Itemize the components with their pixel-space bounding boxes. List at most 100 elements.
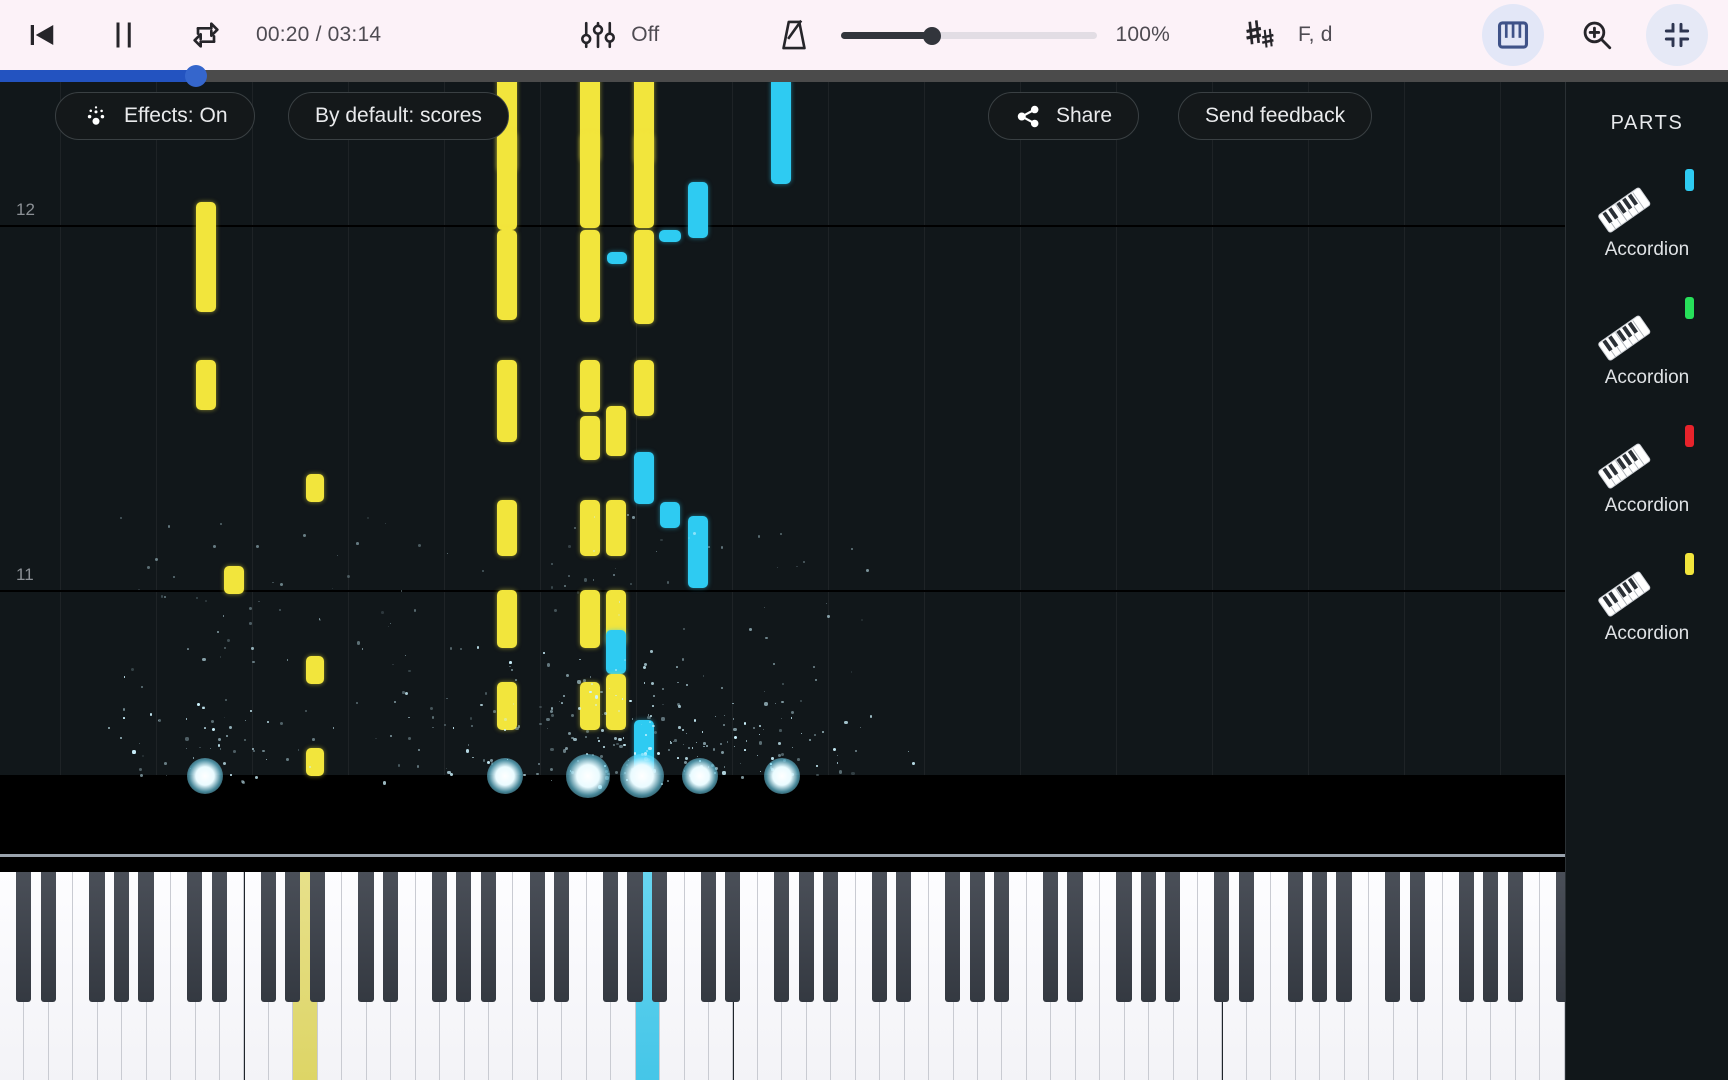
piano-view-button[interactable]	[1482, 4, 1544, 66]
piano-black-key[interactable]	[89, 872, 105, 1002]
tempo-slider-handle[interactable]	[923, 27, 942, 45]
particle	[780, 752, 784, 756]
piano-black-key[interactable]	[896, 872, 912, 1002]
particle	[749, 627, 752, 631]
particle	[583, 578, 587, 582]
piano-black-key[interactable]	[1214, 872, 1230, 1002]
particle	[504, 729, 506, 731]
particle	[827, 615, 830, 618]
parts-list-item[interactable]: Accordion	[1566, 169, 1728, 263]
particle	[589, 690, 592, 694]
piano-black-key[interactable]	[138, 872, 154, 1002]
piano-black-key[interactable]	[358, 872, 374, 1002]
piano-black-key[interactable]	[480, 872, 496, 1002]
particle	[357, 641, 361, 645]
particle	[211, 727, 215, 731]
particle	[733, 745, 735, 748]
piano-black-key[interactable]	[16, 872, 32, 1002]
piano-black-key[interactable]	[1385, 872, 1401, 1002]
piano-black-key[interactable]	[1458, 872, 1474, 1002]
piano-black-key[interactable]	[1507, 872, 1523, 1002]
loop-button[interactable]	[178, 7, 234, 63]
piano-black-key[interactable]	[1483, 872, 1499, 1002]
piano-black-key[interactable]	[602, 872, 619, 1002]
parts-list-item[interactable]: Accordion	[1566, 553, 1728, 647]
piano-black-key[interactable]	[725, 872, 741, 1002]
particle	[248, 606, 253, 610]
pause-button[interactable]	[96, 7, 152, 63]
particle	[667, 749, 670, 752]
keyboard-icon	[1595, 567, 1658, 625]
part-name-label: Accordion	[1604, 367, 1690, 388]
key-signature-button[interactable]	[1240, 12, 1290, 58]
metronome-button[interactable]	[771, 12, 817, 58]
piano-black-key[interactable]	[382, 872, 399, 1002]
default-mode-button[interactable]: By default: scores	[288, 92, 509, 140]
piano-black-key[interactable]	[1043, 872, 1059, 1002]
zoom-in-button[interactable]	[1572, 10, 1622, 60]
piano-black-key[interactable]	[871, 872, 888, 1002]
note-cyan	[771, 82, 791, 184]
piano-black-key[interactable]	[1409, 872, 1425, 1002]
piano-black-key[interactable]	[456, 872, 472, 1002]
piano-roll[interactable]: 12 11	[0, 82, 1565, 858]
piano-black-key[interactable]	[1311, 872, 1328, 1002]
parts-list: Accordion Accordion Accordion Accordion	[1566, 169, 1728, 647]
piano-black-key[interactable]	[627, 872, 643, 1002]
particle	[816, 773, 819, 777]
piano-black-key[interactable]	[1165, 872, 1181, 1002]
particle	[585, 729, 590, 734]
particle	[279, 582, 283, 586]
piano-black-key[interactable]	[774, 872, 790, 1002]
particle	[446, 552, 449, 555]
piano-black-key[interactable]	[187, 872, 203, 1002]
piano-black-key[interactable]	[431, 872, 447, 1002]
piano-black-key[interactable]	[822, 872, 839, 1002]
mixer-value[interactable]: Off	[631, 23, 659, 47]
piano-black-key[interactable]	[994, 872, 1010, 1002]
piano-black-key[interactable]	[651, 872, 667, 1002]
piano-black-key[interactable]	[1140, 872, 1156, 1002]
measure-number: 12	[16, 200, 35, 219]
piano-black-key[interactable]	[700, 872, 716, 1002]
piano-black-key[interactable]	[1336, 872, 1352, 1002]
particle	[722, 723, 725, 726]
tempo-slider[interactable]	[841, 22, 1098, 48]
particle	[585, 736, 588, 739]
mixer-button[interactable]	[575, 12, 621, 58]
piano-black-key[interactable]	[260, 872, 276, 1002]
piano-black-key[interactable]	[40, 872, 56, 1002]
playback-progress-bar[interactable]	[0, 65, 1728, 87]
exit-fullscreen-button[interactable]	[1646, 4, 1708, 66]
piano-black-key[interactable]	[309, 872, 325, 1002]
parts-list-item[interactable]: Accordion	[1566, 297, 1728, 391]
skip-previous-button[interactable]	[14, 7, 70, 63]
piano-black-key[interactable]	[1287, 872, 1303, 1002]
parts-list-item[interactable]: Accordion	[1566, 425, 1728, 519]
piano-black-key[interactable]	[285, 872, 301, 1002]
effects-toggle-button[interactable]: Effects: On	[55, 92, 255, 140]
particle	[539, 722, 542, 726]
particle	[601, 713, 604, 716]
particle	[666, 581, 670, 584]
particle	[602, 745, 606, 749]
piano-black-key[interactable]	[1067, 872, 1083, 1002]
piano-black-key[interactable]	[1116, 872, 1132, 1002]
piano-keyboard[interactable]	[0, 872, 1572, 1080]
piano-black-key[interactable]	[113, 872, 130, 1002]
share-button[interactable]: Share	[988, 92, 1140, 140]
particle	[279, 608, 282, 612]
piano-black-key[interactable]	[1238, 872, 1254, 1002]
piano-black-key[interactable]	[529, 872, 545, 1002]
particle	[417, 748, 421, 751]
particle	[509, 665, 511, 668]
particle	[547, 727, 549, 729]
piano-black-key[interactable]	[554, 872, 570, 1002]
particle	[682, 628, 685, 631]
piano-black-key[interactable]	[945, 872, 961, 1002]
piano-black-key[interactable]	[211, 872, 227, 1002]
piano-black-key[interactable]	[969, 872, 985, 1002]
send-feedback-button[interactable]: Send feedback	[1178, 92, 1373, 140]
particle	[567, 545, 571, 548]
piano-black-key[interactable]	[798, 872, 814, 1002]
